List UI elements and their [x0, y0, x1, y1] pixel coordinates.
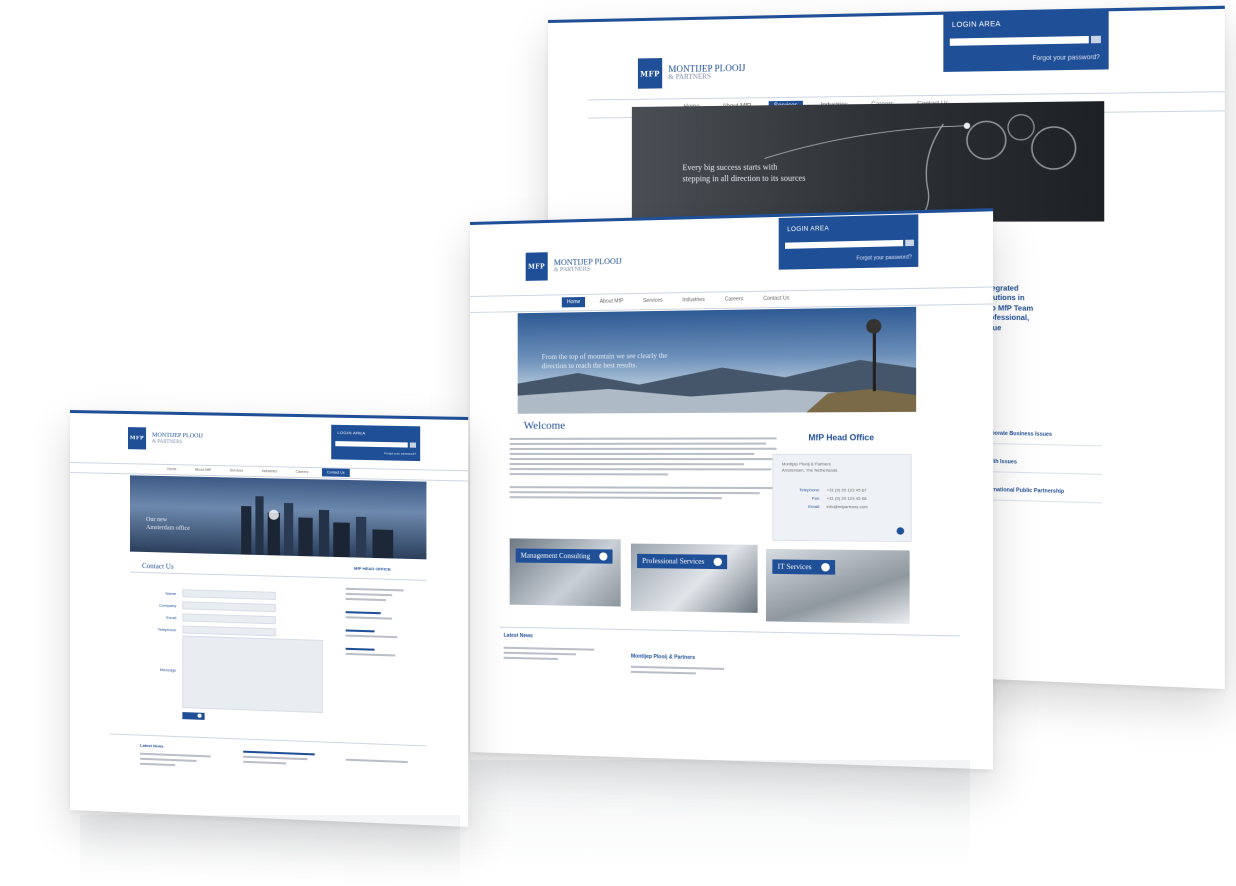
nav-contact[interactable]: Contact Us — [758, 293, 795, 304]
hero-banner: Every big success starts with stepping i… — [631, 101, 1105, 222]
nav-home[interactable]: Home — [162, 465, 182, 473]
footer-contact: Montijep Plooij & Partners — [630, 653, 696, 662]
welcome-paragraph — [509, 437, 777, 502]
hero-banner: Our new Amsterdam office — [129, 475, 427, 560]
tile-label: IT Services — [772, 559, 836, 575]
tile-label: Management Consulting — [515, 548, 613, 564]
nav-about[interactable]: About MfP — [595, 296, 629, 307]
office-address: Montijep Plooij & Partners Amsterdam, Th… — [781, 461, 838, 473]
footer-contact-lines — [630, 665, 725, 678]
login-title: LOGIN AREA — [787, 226, 830, 234]
side-link[interactable]: Health Issues — [982, 443, 1103, 475]
banner-caption: Every big success starts with stepping i… — [682, 162, 806, 184]
divider — [499, 626, 960, 637]
login-submit-button[interactable] — [409, 442, 417, 448]
forgot-password-link[interactable]: Forgot your password? — [384, 451, 416, 456]
reflection — [470, 760, 970, 870]
nav-careers[interactable]: Careers — [290, 468, 313, 477]
side-link-list: Corporate Business Issues Health Issues … — [982, 424, 1103, 504]
login-input[interactable] — [335, 441, 408, 448]
form-label-name: Name — [165, 590, 177, 597]
nav-industries[interactable]: Industries — [677, 295, 710, 306]
telephone-field[interactable] — [182, 625, 276, 637]
service-tile-professional[interactable]: Professional Services — [630, 543, 758, 613]
message-field[interactable] — [182, 635, 323, 714]
arrow-icon — [599, 552, 608, 561]
hero-banner: From the top of mountain we see clearly … — [517, 306, 917, 414]
form-label-company: Company — [159, 602, 177, 609]
office-values: +31 (0) 20 123 45 67 +31 (0) 20 123 45 6… — [826, 487, 868, 510]
arrow-icon — [713, 557, 723, 567]
login-input[interactable] — [949, 35, 1089, 46]
company-field[interactable] — [182, 601, 276, 613]
side-link[interactable]: Corporate Business Issues — [982, 424, 1103, 447]
login-box: LOGIN AREA Forgot your password? — [778, 214, 919, 270]
top-accent-line — [548, 5, 1225, 24]
office-labels: Telephone: Fax: Email: — [799, 487, 821, 510]
login-input[interactable] — [785, 239, 904, 249]
arrow-icon — [821, 563, 830, 572]
footer-news-lines — [503, 646, 595, 664]
footer-copyright-line — [345, 758, 408, 767]
service-tile-it[interactable]: IT Services — [766, 549, 910, 624]
divider — [129, 571, 427, 581]
banner-caption: From the top of mountain we see clearly … — [541, 351, 668, 371]
site-logo[interactable]: MFP MONTIJEP PLOOIJ & PARTNERS — [127, 427, 203, 451]
logo-text: MONTIJEP PLOOIJ & PARTNERS — [553, 256, 622, 274]
footer-news: Latest News — [140, 742, 164, 749]
top-accent-line — [70, 410, 469, 421]
logo-text: MONTIJEP PLOOIJ & PARTNERS — [668, 62, 746, 82]
intro-text: Integrated solutions in d to MfP Team pr… — [982, 285, 1034, 332]
main-nav: Home About MfP Services Industries Caree… — [561, 293, 795, 308]
form-label-email: Email — [166, 614, 177, 621]
nav-contact[interactable]: Contact Us — [321, 468, 350, 477]
mockup-home-page: MFP MONTIJEP PLOOIJ & PARTNERS LOGIN ARE… — [470, 208, 994, 770]
side-heading: MfP HEAD OFFICE — [353, 565, 391, 572]
logo-mark-icon: MFP — [127, 427, 147, 450]
service-tile-consulting[interactable]: Management Consulting — [509, 538, 621, 607]
login-submit-button[interactable] — [905, 239, 914, 247]
logo-mark-icon: MFP — [525, 252, 548, 281]
nav-services[interactable]: Services — [225, 466, 249, 475]
forgot-password-link[interactable]: Forgot your password? — [856, 254, 911, 261]
footer-news: Latest News — [503, 632, 533, 640]
presentation-stage: MFP MONTIJEP PLOOIJ & PARTNERS LOGIN ARE… — [0, 0, 1236, 886]
welcome-heading: Welcome — [523, 419, 566, 432]
name-field[interactable] — [182, 589, 276, 600]
mockup-contact-page: MFP MONTIJEP PLOOIJ & PARTNERS LOGIN ARE… — [70, 410, 469, 827]
footer-news-lines — [140, 752, 211, 771]
office-info-box: Montijep Plooij & Partners Amsterdam, Th… — [772, 453, 912, 543]
login-submit-button[interactable] — [1091, 35, 1101, 44]
office-heading: MfP Head Office — [808, 432, 875, 443]
banner-caption: Our new Amsterdam office — [146, 516, 190, 533]
nav-careers[interactable]: Careers — [719, 294, 748, 305]
tile-label: Professional Services — [637, 553, 728, 570]
nav-industries[interactable]: Industries — [257, 467, 283, 476]
office-address-lines — [345, 587, 404, 660]
site-logo[interactable]: MFP MONTIJEP PLOOIJ & PARTNERS — [525, 251, 622, 281]
forgot-password-link[interactable]: Forgot your password? — [1033, 55, 1100, 62]
nav-services[interactable]: Services — [638, 295, 668, 306]
footer-contact-lines — [243, 750, 315, 769]
reflection — [80, 815, 460, 885]
side-link[interactable]: International Public Partnership — [982, 472, 1103, 504]
nav-about[interactable]: About MfP — [190, 465, 217, 474]
email-field[interactable] — [182, 613, 276, 625]
form-label-telephone: Telephone — [157, 626, 177, 633]
arrow-icon — [197, 713, 202, 718]
logo-mark-icon: MFP — [637, 58, 663, 89]
login-box: LOGIN AREA Forgot your password? — [331, 424, 421, 462]
form-label-message: Message — [159, 667, 177, 673]
login-title: LOGIN AREA — [951, 20, 1001, 30]
map-pin-icon[interactable] — [896, 527, 905, 535]
login-title: LOGIN AREA — [337, 429, 366, 436]
submit-button[interactable] — [182, 712, 205, 720]
login-box: LOGIN AREA Forgot your password? — [943, 8, 1109, 72]
gears-illustration — [632, 101, 1104, 222]
nav-home[interactable]: Home — [561, 296, 586, 308]
page-heading: Contact Us — [142, 561, 174, 571]
logo-text: MONTIJEP PLOOIJ & PARTNERS — [152, 432, 203, 445]
site-logo[interactable]: MFP MONTIJEP PLOOIJ & PARTNERS — [637, 57, 746, 89]
